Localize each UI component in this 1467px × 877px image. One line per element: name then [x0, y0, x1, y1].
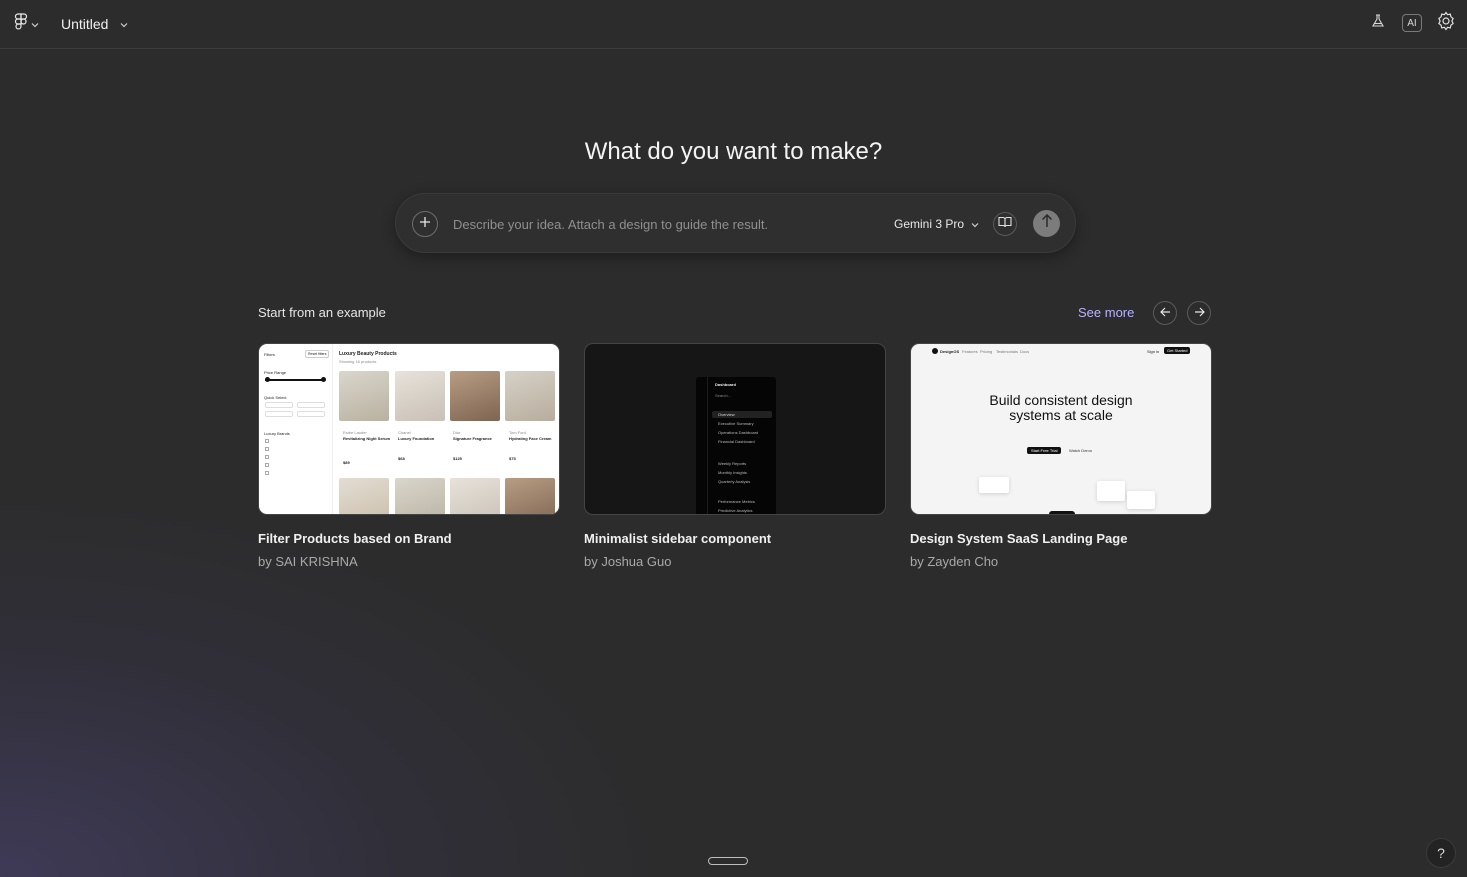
thumb-quick-select: Quick Select	[264, 395, 287, 400]
thumb-logo-icon	[932, 348, 938, 354]
thumb-logo: DesignOS	[940, 349, 960, 354]
model-select[interactable]: Gemini 3 Pro	[894, 214, 979, 234]
settings-button[interactable]	[1435, 10, 1457, 36]
example-title: Design System SaaS Landing Page	[910, 531, 1128, 546]
send-button[interactable]	[1033, 210, 1060, 237]
ai-badge: AI	[1402, 14, 1422, 32]
prompt-bar: Gemini 3 Pro	[395, 193, 1076, 253]
bottom-drag-handle[interactable]	[708, 857, 748, 865]
page-heading: What do you want to make?	[584, 138, 883, 165]
prompt-input[interactable]	[453, 212, 873, 236]
thumb-filters-label: Filters	[264, 352, 275, 357]
top-right-actions: AI	[1367, 10, 1457, 36]
thumb-reset-filters: Reset filters	[305, 350, 330, 358]
thumb-search: Search...	[715, 393, 732, 398]
example-thumbnail: Dashboard Search... Overview Executive S…	[584, 343, 886, 515]
file-title-menu[interactable]: Untitled	[61, 13, 128, 35]
example-card-saas-landing[interactable]: DesignOS Features Pricing Testimonials D…	[910, 343, 1212, 569]
book-icon	[998, 215, 1012, 233]
arrow-left-icon	[1159, 304, 1171, 322]
example-title: Filter Products based on Brand	[258, 531, 452, 546]
thumb-luxury-brands: Luxury Brands	[264, 431, 290, 436]
flask-icon	[1370, 13, 1386, 34]
previous-examples-button[interactable]	[1153, 301, 1177, 325]
next-examples-button[interactable]	[1187, 301, 1211, 325]
chevron-down-icon	[971, 217, 979, 231]
thumb-heading: Luxury Beauty Products	[339, 351, 397, 357]
help-label: ?	[1437, 845, 1445, 861]
example-title: Minimalist sidebar component	[584, 531, 772, 546]
example-author: by SAI KRISHNA	[258, 554, 358, 569]
plus-icon	[419, 215, 431, 233]
thumb-headline: Build consistent design systems at scale	[989, 392, 1133, 423]
example-card-filter-products[interactable]: Filters Reset filters Price Range Quick …	[258, 343, 560, 569]
chevron-down-icon	[31, 15, 39, 33]
thumb-filters-panel: Filters Reset filters Price Range Quick …	[259, 344, 333, 514]
example-thumbnail: DesignOS Features Pricing Testimonials D…	[910, 343, 1212, 515]
arrow-right-icon	[1194, 304, 1205, 322]
example-author: by Joshua Guo	[584, 554, 672, 569]
attach-button[interactable]	[412, 211, 438, 237]
library-button[interactable]	[993, 212, 1017, 236]
figma-logo-icon	[14, 12, 28, 36]
gear-icon	[1436, 10, 1456, 36]
thumb-price-range: Price Range	[264, 370, 287, 375]
thumb-subheading: Showing 16 products	[339, 359, 377, 364]
thumb-dashboard-heading: Dashboard	[715, 382, 736, 387]
top-bar: Untitled AI	[0, 0, 1467, 49]
example-card-sidebar-component[interactable]: Dashboard Search... Overview Executive S…	[584, 343, 886, 569]
thumb-sidebar: Dashboard Search... Overview Executive S…	[696, 377, 776, 514]
examples-section-title: Start from an example	[258, 305, 386, 320]
labs-button[interactable]	[1367, 12, 1389, 34]
example-author: by Zayden Cho	[910, 554, 999, 569]
example-thumbnail: Filters Reset filters Price Range Quick …	[258, 343, 560, 515]
main-menu-button[interactable]	[14, 12, 48, 36]
help-button[interactable]: ?	[1426, 838, 1456, 868]
file-title: Untitled	[61, 16, 109, 32]
ai-button[interactable]: AI	[1401, 12, 1423, 34]
arrow-up-icon	[1041, 213, 1053, 233]
chevron-down-icon	[120, 15, 128, 33]
see-more-link[interactable]: See more	[1078, 305, 1134, 320]
model-label: Gemini 3 Pro	[894, 217, 965, 231]
